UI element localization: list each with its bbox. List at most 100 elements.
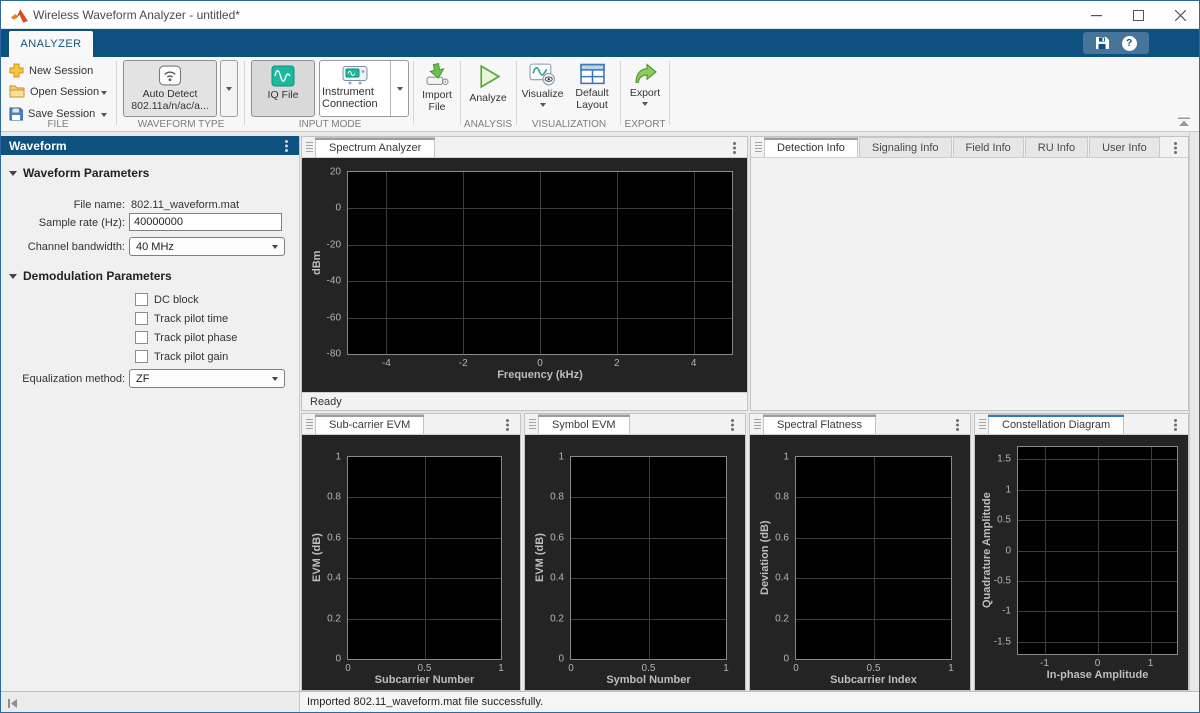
checkbox-label: Track pilot phase: [154, 332, 237, 344]
visualize-button[interactable]: Visualize: [519, 60, 566, 117]
plus-icon: [9, 63, 24, 78]
waveform-panel: Waveform Waveform Parameters File name: …: [1, 136, 300, 691]
symbol-evm-menu-icon[interactable]: [731, 419, 734, 422]
tab-spectrum-analyzer[interactable]: Spectrum Analyzer: [315, 137, 435, 157]
x-axis-tick-label: 0: [568, 663, 574, 674]
maximize-button[interactable]: [1117, 1, 1159, 29]
constellation-menu-icon[interactable]: [1174, 419, 1177, 422]
collapse-toolstrip-icon[interactable]: [1177, 117, 1191, 128]
tab-detection-info[interactable]: Detection Info: [764, 137, 858, 157]
panel-drag-grip[interactable]: [306, 142, 313, 152]
tab-signaling-info[interactable]: Signaling Info: [859, 137, 952, 157]
tab-symbol-evm[interactable]: Symbol EVM: [538, 414, 630, 434]
subcarrier-evm-menu-icon[interactable]: [506, 419, 509, 422]
minimize-button[interactable]: [1075, 1, 1117, 29]
checkbox-track-pilot-phase[interactable]: [135, 331, 148, 344]
x-axis-tick-label: 1: [498, 663, 504, 674]
panel-drag-grip[interactable]: [529, 419, 536, 429]
visualize-dropdown-icon[interactable]: [540, 103, 546, 107]
tab-field-info[interactable]: Field Info: [953, 137, 1024, 157]
visualization-section-label: VISUALIZATION: [519, 119, 619, 130]
export-dropdown-icon[interactable]: [642, 102, 648, 106]
plot-area: 1.510.50-0.5-1-1.5-101: [1017, 446, 1178, 655]
title-bar: Wireless Waveform Analyzer - untitled*: [1, 1, 1200, 29]
visualize-label: Visualize: [522, 88, 564, 100]
checkbox-dc-block[interactable]: [135, 293, 148, 306]
panel-drag-grip[interactable]: [306, 419, 313, 429]
tab-ru-info[interactable]: RU Info: [1025, 137, 1088, 157]
import-file-button[interactable]: Import File: [415, 60, 459, 117]
y-axis-tick-label: 0: [558, 654, 564, 665]
x-axis-label: Symbol Number: [570, 674, 727, 686]
close-button[interactable]: [1159, 1, 1200, 29]
y-axis-tick-label: 0.4: [327, 573, 341, 584]
collapse-panel-icon[interactable]: [7, 698, 18, 709]
input-mode-dropdown-button[interactable]: [390, 61, 408, 116]
y-axis-tick-label: 1: [558, 452, 564, 463]
panel-drag-grip[interactable]: [755, 142, 762, 152]
tab-spectral-flatness[interactable]: Spectral Flatness: [763, 414, 876, 434]
constellation-panel: Constellation Diagram 1.510.50-0.5-1-1.5…: [974, 413, 1189, 691]
y-axis-tick-label: 1: [783, 452, 789, 463]
open-session-button[interactable]: Open Session: [9, 85, 99, 98]
gridline: [1151, 447, 1152, 654]
plot-area: 00.20.40.60.8100.51: [347, 456, 502, 660]
checkbox-track-pilot-gain[interactable]: [135, 350, 148, 363]
y-axis-tick-label: 0: [335, 654, 341, 665]
spectral-flatness-chart: 00.20.40.60.8100.51Deviation (dB)Subcarr…: [750, 435, 970, 690]
analyze-button[interactable]: Analyze: [463, 60, 513, 117]
right-scrollbar[interactable]: [1189, 132, 1200, 691]
spectrum-panel-menu-icon[interactable]: [733, 142, 736, 145]
panel-drag-grip[interactable]: [754, 419, 761, 429]
open-session-dropdown-icon[interactable]: [101, 91, 107, 95]
channel-bandwidth-select[interactable]: 40 MHz: [129, 237, 285, 256]
waveform-panel-menu-icon[interactable]: [285, 140, 288, 143]
plot-area: 200-20-40-60-80-4-2024: [347, 171, 733, 355]
y-axis-tick-label: 0.8: [550, 492, 564, 503]
y-axis-tick-label: -0.5: [994, 575, 1011, 586]
instrument-connection-label: Instrument Connection: [322, 86, 388, 110]
x-axis-label: Subcarrier Number: [347, 674, 502, 686]
info-tab-bar: Detection InfoSignaling InfoField InfoRU…: [751, 137, 1188, 158]
save-session-dropdown-icon[interactable]: [101, 113, 107, 117]
y-axis-label: dBm: [309, 171, 325, 355]
checkbox-label: Track pilot gain: [154, 351, 228, 363]
new-session-button[interactable]: New Session: [9, 63, 93, 78]
panel-drag-grip[interactable]: [979, 419, 986, 429]
waveform-type-dropdown-button[interactable]: [220, 60, 238, 117]
export-label: Export: [630, 87, 660, 99]
iq-file-button[interactable]: IQ File: [251, 60, 315, 117]
default-layout-button[interactable]: Default Layout: [567, 60, 617, 117]
help-icon[interactable]: ?: [1122, 36, 1137, 51]
layout-grid-icon: [580, 63, 605, 85]
export-section-label: EXPORT: [619, 119, 671, 130]
gridline: [1045, 447, 1046, 654]
info-panel-menu-icon[interactable]: [1174, 142, 1177, 145]
y-axis-tick-label: 0.2: [775, 613, 789, 624]
symbol-evm-chart: 00.20.40.60.8100.51EVM (dB)Symbol Number: [525, 435, 745, 690]
quick-save-icon[interactable]: [1095, 36, 1109, 50]
tab-subcarrier-evm[interactable]: Sub-carrier EVM: [315, 414, 424, 434]
tab-constellation-diagram[interactable]: Constellation Diagram: [988, 414, 1124, 434]
analyze-label: Analyze: [469, 92, 506, 104]
gridline: [540, 172, 541, 354]
y-axis-tick-label: -60: [327, 312, 341, 323]
auto-detect-button[interactable]: Auto Detect 802.11a/n/ac/a...: [123, 60, 217, 117]
waveform-parameters-heading[interactable]: Waveform Parameters: [9, 166, 149, 180]
visualize-icon: [529, 63, 556, 86]
x-axis-tick-label: 4: [691, 358, 697, 369]
x-axis-tick-label: 0.5: [418, 663, 432, 674]
spectral-flatness-menu-icon[interactable]: [956, 419, 959, 422]
instrument-connection-button[interactable]: Instrument Connection: [320, 61, 390, 116]
tab-analyzer[interactable]: ANALYZER: [9, 31, 93, 57]
gridline: [425, 457, 426, 659]
tab-user-info[interactable]: User Info: [1089, 137, 1160, 157]
sample-rate-input[interactable]: [129, 213, 282, 231]
y-axis-tick-label: 0.8: [775, 492, 789, 503]
export-button[interactable]: Export: [623, 60, 667, 117]
checkbox-track-pilot-time[interactable]: [135, 312, 148, 325]
equalization-method-select[interactable]: ZF: [129, 369, 285, 388]
instrument-connection-group: Instrument Connection: [319, 60, 409, 117]
auto-detect-label-line2: 802.11a/n/ac/a...: [131, 100, 208, 112]
demodulation-parameters-heading[interactable]: Demodulation Parameters: [9, 269, 172, 283]
